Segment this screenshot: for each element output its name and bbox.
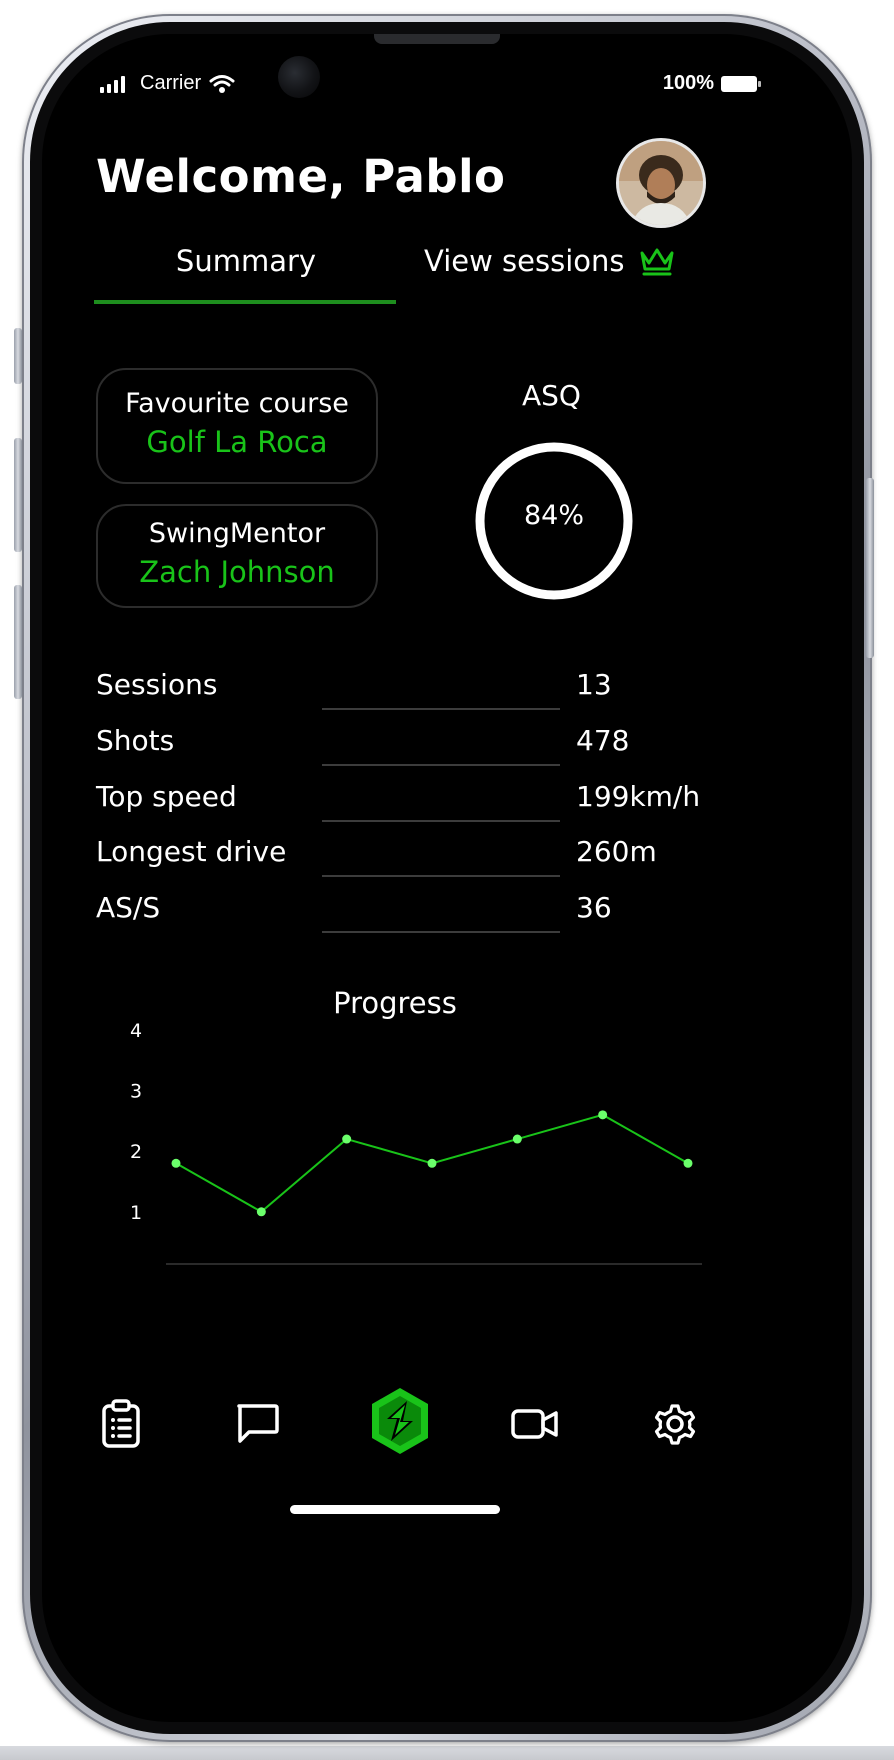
data-point — [342, 1134, 352, 1144]
chat-icon — [237, 1404, 279, 1443]
battery-percentage: 100% — [662, 72, 714, 94]
stat-label: Shots — [96, 724, 175, 757]
y-tick-label: 4 — [130, 1020, 142, 1042]
stat-label: AS/S — [96, 891, 161, 924]
front-camera — [278, 56, 320, 98]
data-point — [512, 1134, 522, 1144]
swingmentor-card[interactable]: SwingMentor Zach Johnson — [96, 504, 378, 608]
favourite-course-title: Favourite course — [125, 388, 349, 419]
page-bottom-strip — [0, 1746, 894, 1760]
signal-icon — [100, 75, 125, 93]
stat-divider — [322, 931, 560, 933]
crown-icon — [640, 248, 673, 276]
carrier-label: Carrier — [140, 72, 202, 94]
video-icon — [511, 1409, 558, 1439]
stat-value: 36 — [576, 891, 612, 924]
stat-value: 199km/h — [576, 780, 701, 813]
nav-clipboard[interactable] — [86, 1389, 156, 1459]
stat-value: 260m — [576, 835, 657, 868]
y-tick-label: 3 — [130, 1081, 142, 1103]
favourite-course-card[interactable]: Favourite course Golf La Roca — [96, 368, 378, 484]
stat-row: Longest drive 260m — [96, 835, 736, 891]
y-tick-label: 2 — [130, 1141, 142, 1163]
y-tick-label: 1 — [130, 1202, 142, 1224]
data-point — [171, 1158, 181, 1168]
mute-switch — [14, 328, 22, 384]
stat-row: AS/S 36 — [96, 891, 736, 947]
tab-view-sessions[interactable]: View sessions — [424, 244, 675, 278]
favourite-course-value: Golf La Roca — [146, 425, 328, 459]
swingmentor-value: Zach Johnson — [139, 555, 335, 589]
status-bar-right: 100% — [663, 72, 762, 95]
stat-row: Top speed 199km/h — [96, 780, 736, 836]
volume-down-button — [14, 585, 22, 699]
progress-chart: 12341234567 — [130, 1020, 702, 1265]
tab-summary-indicator — [94, 300, 396, 304]
user-photo — [619, 141, 703, 225]
nav-home-logo[interactable] — [360, 1381, 440, 1461]
stat-divider — [322, 764, 560, 766]
stat-row: Sessions 13 — [96, 668, 736, 724]
stat-label: Top speed — [96, 780, 237, 813]
stat-divider — [322, 708, 560, 710]
gear-icon — [654, 1404, 696, 1445]
power-button — [866, 478, 874, 658]
home-indicator[interactable] — [290, 1505, 500, 1514]
asq-value: 84% — [523, 500, 584, 531]
speaker-grille — [374, 34, 500, 44]
app-screen: Carrier 100% Welcome, Pablo Summary View… — [42, 34, 852, 1722]
swingmentor-title: SwingMentor — [148, 518, 326, 549]
clipboard-icon — [102, 1399, 140, 1448]
data-point — [598, 1110, 608, 1120]
logo-icon — [372, 1388, 428, 1454]
stat-value: 13 — [576, 668, 612, 701]
nav-video[interactable] — [500, 1389, 570, 1459]
volume-up-button — [14, 438, 22, 552]
nav-chat[interactable] — [222, 1389, 292, 1459]
battery-icon — [721, 75, 761, 92]
asq-title: ASQ — [522, 379, 581, 412]
stat-divider — [322, 820, 560, 822]
data-point — [256, 1207, 266, 1217]
tab-view-sessions-label: View sessions — [424, 244, 625, 278]
wifi-icon — [209, 74, 235, 93]
stat-label: Longest drive — [96, 835, 287, 868]
avatar[interactable] — [616, 138, 706, 228]
stat-label: Sessions — [96, 668, 218, 701]
nav-settings[interactable] — [640, 1389, 710, 1459]
stat-divider — [322, 875, 560, 877]
stat-value: 478 — [576, 724, 630, 757]
data-point — [683, 1158, 693, 1168]
status-bar-left: Carrier — [100, 72, 235, 95]
stat-row: Shots 478 — [96, 724, 736, 780]
data-point — [427, 1158, 437, 1168]
tab-summary[interactable]: Summary — [96, 244, 396, 278]
bottom-nav — [42, 1388, 852, 1469]
welcome-heading: Welcome, Pablo — [96, 150, 506, 203]
